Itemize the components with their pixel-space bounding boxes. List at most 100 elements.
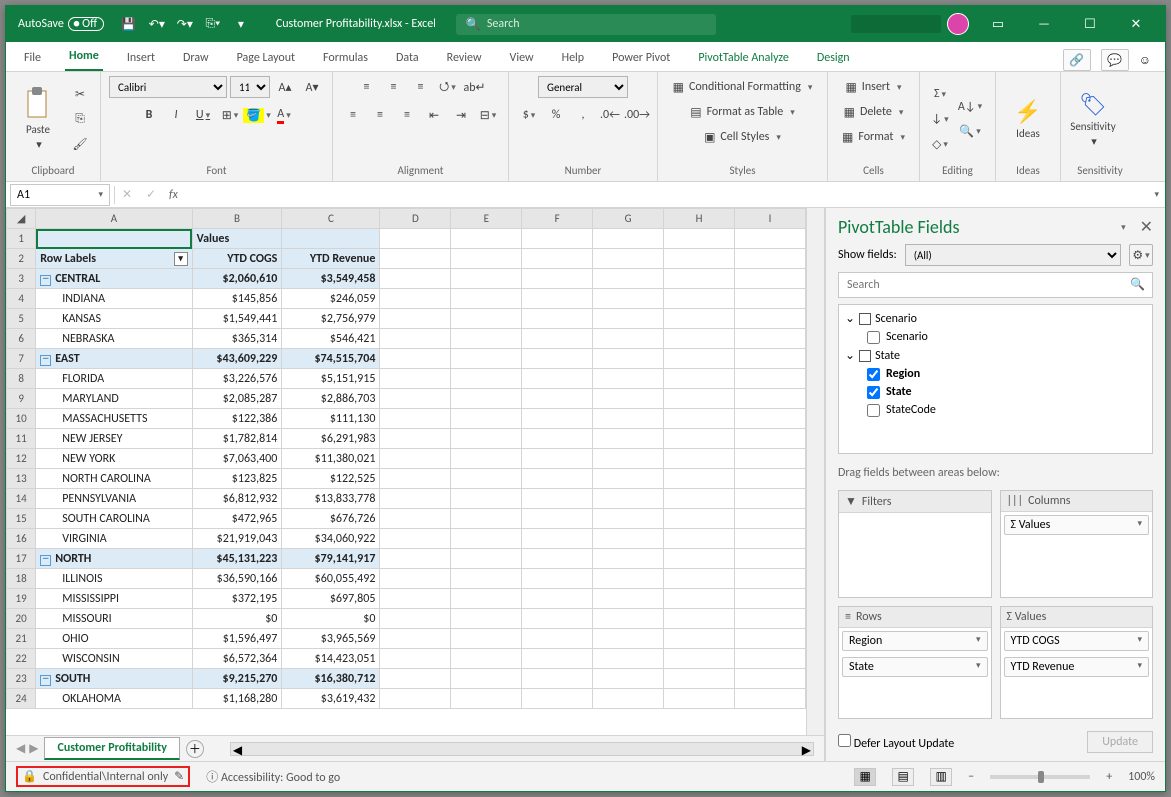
align-left-icon[interactable]: ≡ [341,104,365,126]
update-button[interactable]: Update [1087,731,1153,753]
orientation-icon[interactable]: ⭯▾ [436,76,460,98]
tab-data[interactable]: Data [392,46,423,71]
cell-rev[interactable]: $5,151,915 [282,369,380,389]
ideas-button[interactable]: ⚡Ideas [1004,98,1052,140]
font-name-select[interactable]: Calibri [109,76,227,98]
col-header-B[interactable]: B [192,209,282,229]
cell-label[interactable]: −SOUTH [36,669,192,689]
redo-icon[interactable]: ↷▾ [172,11,198,37]
smiley-icon[interactable]: ☺ [1139,53,1151,68]
conditional-formatting-button[interactable]: ▦Conditional Formatting▾ [667,76,819,98]
percent-icon[interactable]: % [544,104,568,126]
sort-filter-icon[interactable]: A↓▾ [958,96,982,118]
cell-label[interactable]: NORTH CAROLINA [36,469,192,489]
ribbon-options-icon[interactable]: ▭ [975,6,1021,42]
row-header[interactable]: 21 [7,629,36,649]
cell-C2[interactable]: YTD Revenue [282,249,380,269]
clear-icon[interactable]: ◇▾ [928,133,952,155]
vertical-scrollbar[interactable] [806,208,824,735]
cell-label[interactable]: SOUTH CAROLINA [36,509,192,529]
tab-insert[interactable]: Insert [123,46,159,71]
col-header-I[interactable]: I [735,209,806,229]
avatar[interactable] [947,13,969,35]
cell-cogs[interactable]: $123,825 [192,469,282,489]
cell-cogs[interactable]: $145,856 [192,289,282,309]
cell-label[interactable]: MISSISSIPPI [36,589,192,609]
col-header-H[interactable]: H [664,209,735,229]
field-state[interactable]: State [841,383,1150,401]
cell-rev[interactable]: $3,965,569 [282,629,380,649]
cell-label[interactable]: KANSAS [36,309,192,329]
minimize-icon[interactable]: — [1021,6,1067,42]
formula-input[interactable] [184,184,1147,206]
select-all-corner[interactable]: ◢ [7,209,36,229]
collapse-icon[interactable]: ⌄ [845,348,855,363]
close-icon[interactable]: ✕ [1113,6,1159,42]
cell-rev[interactable]: $3,549,458 [282,269,380,289]
cell-cogs[interactable]: $1,168,280 [192,689,282,709]
touch-mode-icon[interactable]: ⎘▾ [200,11,226,37]
sheet-tab-active[interactable]: Customer Profitability [44,737,179,760]
cell-cogs[interactable]: $365,314 [192,329,282,349]
edit-sensitivity-icon[interactable]: ✎ [174,769,184,784]
cell-cogs[interactable]: $1,596,497 [192,629,282,649]
collapse-icon[interactable]: ⌄ [845,311,855,326]
align-center-icon[interactable]: ≡ [368,104,392,126]
decrease-decimal-icon[interactable]: .00→ [625,104,649,126]
cell-rev[interactable]: $60,055,492 [282,569,380,589]
comments-button[interactable]: 💬 [1101,49,1129,71]
fields-search-input[interactable] [838,272,1153,298]
area-chip[interactable]: YTD COGS▾ [1004,631,1150,651]
tab-formulas[interactable]: Formulas [319,46,372,71]
row-header[interactable]: 8 [7,369,36,389]
collapse-icon[interactable]: − [40,675,51,686]
wrap-text-icon[interactable]: ab↵ [463,76,487,98]
tab-page-layout[interactable]: Page Layout [233,46,299,71]
cell-label[interactable]: −CENTRAL [36,269,192,289]
collapse-icon[interactable]: − [40,555,51,566]
format-painter-icon[interactable]: 🖌 [68,133,92,155]
row-header[interactable]: 9 [7,389,36,409]
cell-cogs[interactable]: $3,226,576 [192,369,282,389]
cell-rev[interactable]: $546,421 [282,329,380,349]
row-header[interactable]: 19 [7,589,36,609]
cell-rev[interactable]: $2,886,703 [282,389,380,409]
field-region[interactable]: Region [841,365,1150,383]
col-header-G[interactable]: G [593,209,664,229]
align-right-icon[interactable]: ≡ [395,104,419,126]
save-icon[interactable]: 💾 [116,11,142,37]
cell-label[interactable]: NEW JERSEY [36,429,192,449]
row-header[interactable]: 14 [7,489,36,509]
cell-rev[interactable]: $6,291,983 [282,429,380,449]
cell-cogs[interactable]: $21,919,043 [192,529,282,549]
field-checkbox[interactable] [867,404,880,417]
search-box[interactable]: 🔍 Search [456,14,716,35]
cell-rev[interactable]: $3,619,432 [282,689,380,709]
cell-cogs[interactable]: $1,549,441 [192,309,282,329]
currency-icon[interactable]: $▾ [517,104,541,126]
cell-label[interactable]: MARYLAND [36,389,192,409]
zoom-level[interactable]: 100% [1128,770,1155,784]
cell-label[interactable]: WISCONSIN [36,649,192,669]
increase-decimal-icon[interactable]: .0← [598,104,622,126]
cell-rev[interactable]: $34,060,922 [282,529,380,549]
defer-update-checkbox[interactable]: Defer Layout Update [838,734,954,751]
grow-font-icon[interactable]: A▴ [273,76,297,98]
row-header[interactable]: 1 [7,229,36,249]
cell-cogs[interactable]: $45,131,223 [192,549,282,569]
tab-power-pivot[interactable]: Power Pivot [608,46,674,71]
cell-label[interactable]: NEW YORK [36,449,192,469]
cell-rev[interactable]: $122,525 [282,469,380,489]
collapse-icon[interactable]: − [40,275,51,286]
fill-color-icon[interactable]: 🪣▾ [245,104,269,126]
area-chip[interactable]: Region▾ [842,631,988,651]
row-header[interactable]: 20 [7,609,36,629]
cell-rev[interactable]: $16,380,712 [282,669,380,689]
number-format-select[interactable]: General [538,76,628,98]
cell-cogs[interactable]: $2,060,610 [192,269,282,289]
align-top-icon[interactable]: ≡ [355,76,379,98]
area-chip[interactable]: State▾ [842,657,988,677]
cell-rev[interactable]: $697,805 [282,589,380,609]
row-header[interactable]: 6 [7,329,36,349]
pane-close-icon[interactable]: ✕ [1140,217,1153,237]
